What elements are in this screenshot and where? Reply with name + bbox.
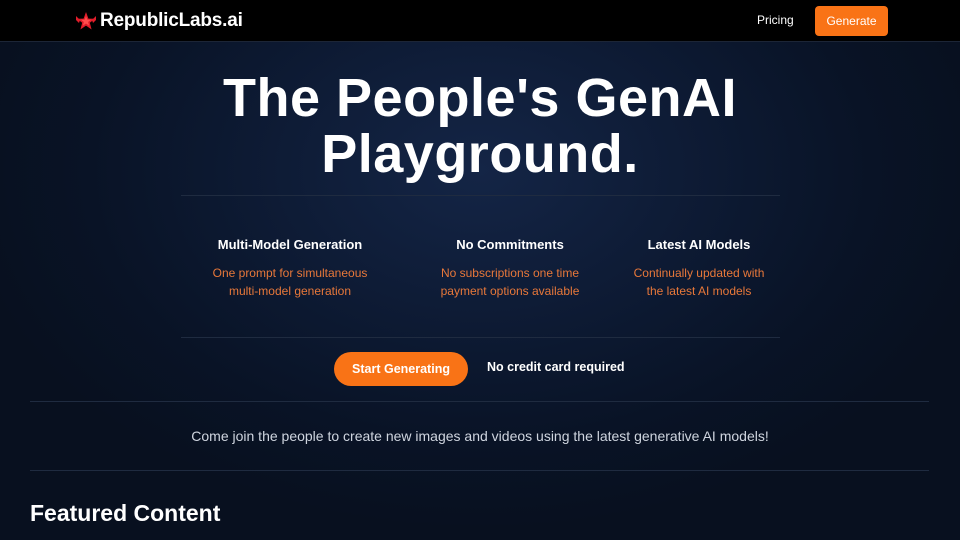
- feature-description-line: multi-model generation: [228, 284, 352, 298]
- hero-title: The People's GenAI Playground.: [0, 70, 960, 182]
- start-generating-button[interactable]: Start Generating: [334, 352, 468, 386]
- featured-content-heading: Featured Content: [30, 500, 221, 526]
- hero-title-line-2: Playground.: [321, 124, 639, 184]
- brand-name: RepublicLabs.ai: [100, 10, 243, 31]
- feature-description: No subscriptions one time payment option…: [400, 264, 620, 300]
- divider-top: [181, 195, 780, 196]
- feature-description-line: No subscriptions one time: [440, 266, 580, 280]
- feature-description: One prompt for simultaneous multi-model …: [180, 264, 400, 300]
- divider-middle: [181, 337, 780, 338]
- feature-title: Latest AI Models: [647, 237, 751, 252]
- feature-description: Continually updated with the latest AI m…: [589, 264, 809, 300]
- feature-description-line: the latest AI models: [646, 284, 752, 298]
- brand-logo-link[interactable]: RepublicLabs.ai: [75, 10, 243, 32]
- nav-link-pricing[interactable]: Pricing: [757, 13, 794, 27]
- tagline: Come join the people to create new image…: [191, 428, 769, 444]
- feature-no-commitments: No Commitments No subscriptions one time…: [400, 236, 620, 300]
- feature-title: No Commitments: [456, 237, 564, 252]
- feature-latest-models: Latest AI Models Continually updated wit…: [589, 236, 809, 300]
- no-credit-card-note: No credit card required: [487, 360, 625, 374]
- feature-multi-model: Multi-Model Generation One prompt for si…: [180, 236, 400, 300]
- star-wings-logo-icon: [76, 12, 96, 30]
- feature-list: Multi-Model Generation One prompt for si…: [0, 236, 960, 306]
- divider-tagline-bottom: [30, 470, 929, 471]
- hero-title-line-1: The People's GenAI: [223, 68, 737, 128]
- generate-button[interactable]: Generate: [815, 6, 888, 36]
- divider-tagline-top: [30, 401, 929, 402]
- feature-description-line: Continually updated with: [633, 266, 765, 280]
- feature-description-line: payment options available: [440, 284, 580, 298]
- feature-description-line: One prompt for simultaneous: [212, 266, 368, 280]
- top-nav-bar: RepublicLabs.ai Pricing Generate: [0, 0, 960, 42]
- feature-title: Multi-Model Generation: [217, 237, 363, 252]
